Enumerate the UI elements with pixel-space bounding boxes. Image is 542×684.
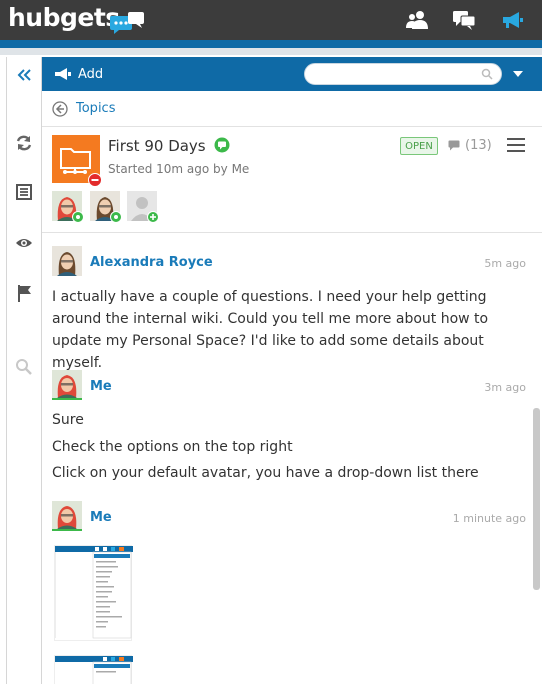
eye-icon [16, 239, 32, 247]
avatar-image [52, 246, 82, 276]
message-author[interactable]: Me [90, 379, 112, 394]
comment-icon [448, 140, 460, 151]
megaphone-icon [55, 68, 71, 80]
chat-icon[interactable] [452, 9, 476, 31]
add-label: Add [78, 66, 104, 82]
message-list: Alexandra Royce 5m ago I actually have a… [42, 233, 542, 684]
add-button[interactable]: Add [54, 64, 103, 84]
flag-icon [18, 285, 31, 302]
remove-status-icon [88, 173, 102, 187]
brand-stripe [0, 40, 542, 48]
app-logo[interactable]: hubgets [8, 3, 120, 32]
message-text: Sure [52, 412, 84, 428]
sync-icon [16, 135, 32, 151]
breadcrumb: Topics [42, 91, 542, 127]
message-time: 5m ago [484, 257, 526, 270]
stripe-shadow [0, 48, 542, 55]
message-text: Click on your default avatar, you have a… [52, 465, 479, 481]
list-icon [16, 184, 32, 200]
list-button[interactable] [7, 178, 41, 206]
watch-button[interactable] [7, 229, 41, 257]
search-icon [16, 359, 32, 375]
message-text: Check the options on the top right [52, 439, 293, 455]
collapse-icon [17, 69, 31, 81]
image-attachment-thumbnail[interactable] [54, 655, 133, 684]
collapse-button[interactable] [7, 61, 41, 89]
left-rail [6, 57, 42, 684]
avatar[interactable] [52, 246, 82, 276]
chevron-down-icon[interactable] [512, 70, 524, 78]
action-bar: Add [42, 57, 542, 91]
scrollbar-thumb[interactable] [533, 408, 540, 590]
avatar-image [52, 501, 82, 529]
message-author[interactable]: Alexandra Royce [90, 255, 213, 270]
comment-count-label: (13) [465, 138, 492, 153]
hamburger-menu-icon[interactable] [507, 138, 525, 156]
watching-status-icon [110, 211, 122, 223]
megaphone-icon[interactable] [500, 9, 524, 31]
topic-title: First 90 Days [108, 137, 230, 155]
comment-count[interactable]: (13) [448, 138, 492, 153]
add-participant-button[interactable] [127, 191, 159, 223]
screenshot-preview [55, 656, 133, 684]
logo-bubble-icon [110, 12, 144, 34]
chat-bubble-icon [214, 137, 230, 153]
image-attachment-thumbnail[interactable] [54, 545, 133, 641]
search-icon [481, 68, 493, 80]
avatar[interactable] [52, 501, 82, 531]
topic-title-text: First 90 Days [108, 137, 206, 155]
back-arrow-icon[interactable] [52, 100, 68, 117]
message-author[interactable]: Me [90, 510, 112, 525]
message-time: 3m ago [484, 381, 526, 394]
breadcrumb-topics-link[interactable]: Topics [76, 101, 115, 116]
topic-subtitle: Started 10m ago by Me [108, 162, 250, 176]
participant-avatar[interactable] [52, 191, 84, 223]
avatar[interactable] [52, 370, 82, 400]
participant-avatar[interactable] [90, 191, 122, 223]
flag-button[interactable] [7, 279, 41, 307]
rail-search-button[interactable] [7, 353, 41, 381]
topic-header: First 90 Days Started 10m ago by Me OPEN… [42, 127, 542, 233]
message-time: 1 minute ago [452, 512, 526, 525]
search-input[interactable] [304, 63, 502, 85]
screenshot-preview [54, 546, 133, 639]
contacts-icon[interactable] [406, 9, 430, 31]
avatar-image [52, 370, 82, 398]
watching-status-icon [72, 211, 84, 223]
topic-avatar [52, 135, 102, 187]
message-text: I actually have a couple of questions. I… [52, 289, 489, 371]
status-badge: OPEN [400, 137, 438, 155]
sync-button[interactable] [7, 129, 41, 157]
plus-icon [147, 211, 159, 223]
top-bar: hubgets [0, 0, 542, 40]
